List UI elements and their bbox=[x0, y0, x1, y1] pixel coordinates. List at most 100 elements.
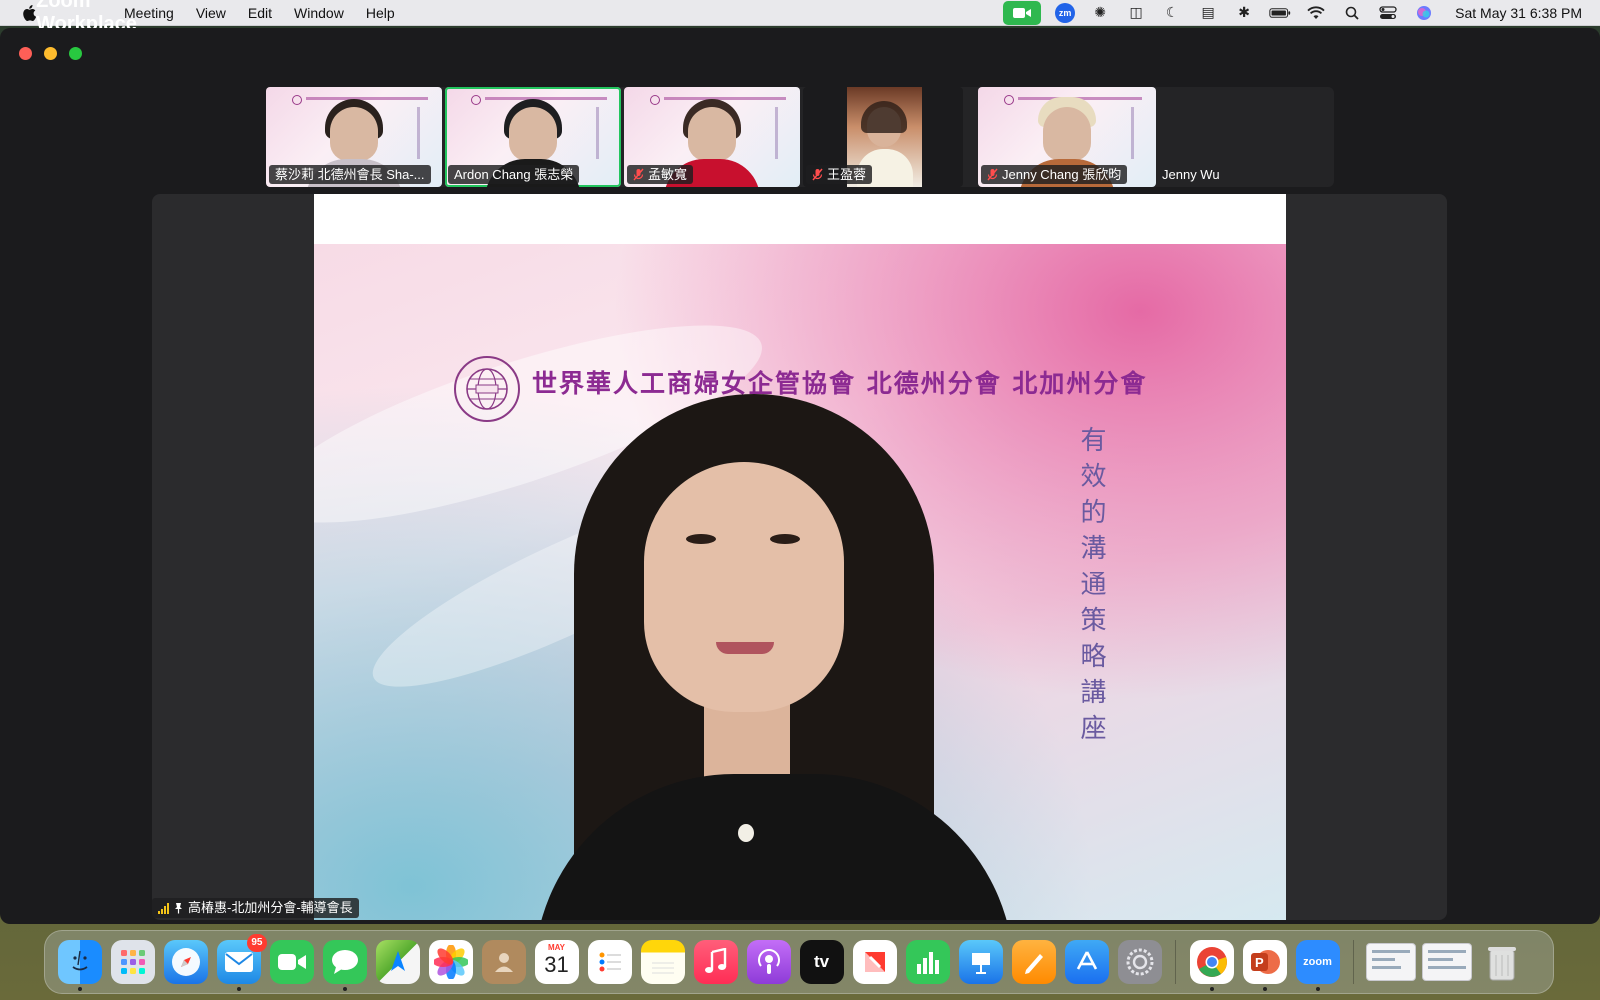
participant-tile-active[interactable]: Ardon Chang 張志榮 bbox=[445, 87, 621, 187]
active-speaker-stage[interactable]: 世界華人工商婦女企管協會 北德州分會 北加州分會 有效的溝通策略講座 bbox=[152, 194, 1447, 920]
facetime-icon[interactable] bbox=[269, 940, 314, 984]
music-icon[interactable] bbox=[693, 940, 738, 984]
zoom-app-label: zoom bbox=[1303, 956, 1332, 968]
reminders-icon[interactable] bbox=[587, 940, 632, 984]
calendar-icon[interactable]: MAY 31 bbox=[534, 940, 579, 984]
apple-tv-label: tv bbox=[813, 952, 830, 971]
participant-tile[interactable]: 王盈蓉 bbox=[803, 87, 963, 187]
participant-name-label: 孟敏寬 bbox=[627, 165, 694, 184]
dock: 95 MAY 31 tv P zoom bbox=[44, 930, 1554, 994]
keynote-icon[interactable] bbox=[958, 940, 1003, 984]
menu-edit[interactable]: Edit bbox=[237, 0, 283, 25]
slide-vertical-text-small bbox=[596, 107, 599, 159]
mail-unread-badge: 95 bbox=[247, 934, 267, 952]
participant-strip: 蔡沙莉 北德州會長 Sha-... Ardon Chang 張志榮 孟敏寬 王盈… bbox=[266, 87, 1334, 187]
minimized-window-thumbnail[interactable] bbox=[1366, 943, 1416, 981]
wifi-icon[interactable] bbox=[1305, 4, 1327, 22]
pin-icon bbox=[175, 903, 182, 914]
zoom-video-status-icon[interactable] bbox=[1003, 0, 1042, 25]
speaker-pendant bbox=[738, 824, 754, 842]
participant-face bbox=[330, 107, 378, 161]
participant-name: 王盈蓉 bbox=[827, 167, 867, 182]
powerpoint-icon[interactable]: P bbox=[1242, 940, 1287, 991]
participant-name: Jenny Wu bbox=[1162, 167, 1220, 182]
contacts-icon[interactable] bbox=[481, 940, 526, 984]
menu-window[interactable]: Window bbox=[283, 0, 355, 25]
speaker-video: 世界華人工商婦女企管協會 北德州分會 北加州分會 有效的溝通策略講座 bbox=[314, 194, 1286, 920]
menu-view[interactable]: View bbox=[185, 0, 237, 25]
dock-separator bbox=[1353, 940, 1354, 984]
muted-mic-icon bbox=[987, 168, 998, 181]
participant-tile[interactable]: 孟敏寬 bbox=[624, 87, 800, 187]
maps-icon[interactable] bbox=[375, 940, 420, 984]
active-speaker-name: 高椿惠-北加州分會-輔導會長 bbox=[188, 900, 353, 915]
news-icon[interactable] bbox=[852, 940, 897, 984]
connection-signal-icon bbox=[158, 902, 169, 914]
running-indicator bbox=[77, 987, 82, 991]
spotlight-search-icon[interactable] bbox=[1341, 4, 1363, 22]
participant-face bbox=[1043, 107, 1091, 161]
input-menu-icon[interactable]: ▤ bbox=[1197, 4, 1219, 22]
messages-icon[interactable] bbox=[322, 940, 367, 991]
bluetooth-icon[interactable]: ✱ bbox=[1233, 4, 1255, 22]
notes-icon[interactable] bbox=[640, 940, 685, 984]
podcasts-icon[interactable] bbox=[746, 940, 791, 984]
launchpad-icon[interactable] bbox=[110, 940, 155, 984]
trash-icon[interactable] bbox=[1480, 940, 1524, 984]
participant-tile[interactable]: Jenny Chang 張欣昀 bbox=[978, 87, 1156, 187]
running-indicator bbox=[1315, 987, 1320, 991]
slide-vertical-text-small bbox=[1131, 107, 1134, 159]
calendar-month: MAY bbox=[547, 943, 566, 952]
slide-vertical-text-small bbox=[775, 107, 778, 159]
slide-title-small bbox=[306, 97, 428, 100]
participant-name: Jenny Chang 張欣昀 bbox=[1002, 167, 1122, 182]
battery-icon[interactable] bbox=[1269, 4, 1291, 22]
dark-mode-icon[interactable]: ☾ bbox=[1161, 4, 1183, 22]
control-center-icon[interactable] bbox=[1377, 4, 1399, 22]
apple-tv-icon[interactable]: tv bbox=[799, 940, 844, 984]
finder-icon[interactable] bbox=[57, 940, 102, 991]
slide-title-small bbox=[485, 97, 607, 100]
participant-face bbox=[688, 107, 736, 161]
participant-name: 蔡沙莉 北德州會長 Sha-... bbox=[275, 167, 425, 182]
close-window-button[interactable] bbox=[19, 47, 32, 60]
org-title: 世界華人工商婦女企管協會 北德州分會 北加州分會 bbox=[532, 369, 1148, 398]
reader-icon[interactable]: ◫ bbox=[1125, 4, 1147, 22]
brightness-icon[interactable]: ✺ bbox=[1089, 4, 1111, 22]
participant-name-label: Ardon Chang 張志榮 bbox=[448, 165, 580, 184]
siri-icon[interactable] bbox=[1413, 4, 1435, 22]
mail-icon[interactable]: 95 bbox=[216, 934, 267, 991]
speaker-face bbox=[644, 462, 844, 712]
participant-name-label: Jenny Chang 張欣昀 bbox=[981, 165, 1128, 184]
system-settings-icon[interactable] bbox=[1117, 940, 1162, 984]
zoom-app-icon[interactable]: zoom bbox=[1295, 940, 1340, 991]
photos-icon[interactable] bbox=[428, 940, 473, 984]
participant-tile[interactable]: 蔡沙莉 北德州會長 Sha-... bbox=[266, 87, 442, 187]
slide-title-small bbox=[664, 97, 786, 100]
safari-icon[interactable] bbox=[163, 940, 208, 984]
fullscreen-window-button[interactable] bbox=[69, 47, 82, 60]
menubar-clock[interactable]: Sat May 31 6:38 PM bbox=[1455, 5, 1582, 21]
participant-name-label: 王盈蓉 bbox=[806, 165, 873, 184]
org-globe-logo bbox=[454, 356, 520, 422]
minimized-window-thumbnail[interactable] bbox=[1422, 943, 1472, 981]
zoom-menu-icon[interactable]: zm bbox=[1055, 2, 1076, 23]
participant-tile[interactable]: Jenny Wu bbox=[1158, 87, 1328, 187]
menu-help[interactable]: Help bbox=[355, 0, 406, 25]
muted-mic-icon bbox=[633, 168, 644, 181]
menu-bar: Zoom Workplace Meeting View Edit Window … bbox=[0, 0, 1600, 35]
slide-vertical-text-small bbox=[417, 107, 420, 159]
pages-icon[interactable] bbox=[1011, 940, 1056, 984]
running-indicator bbox=[1209, 987, 1214, 991]
numbers-icon[interactable] bbox=[905, 940, 950, 984]
running-indicator bbox=[342, 987, 347, 991]
app-store-icon[interactable] bbox=[1064, 940, 1109, 984]
calendar-day: 31 bbox=[544, 952, 569, 977]
org-logo-small bbox=[292, 95, 302, 105]
participant-name: Ardon Chang 張志榮 bbox=[454, 167, 574, 182]
chrome-icon[interactable] bbox=[1189, 940, 1234, 991]
speaker-mouth bbox=[716, 642, 774, 654]
speaker-eye bbox=[770, 534, 800, 544]
org-logo-small bbox=[650, 95, 660, 105]
minimize-window-button[interactable] bbox=[44, 47, 57, 60]
